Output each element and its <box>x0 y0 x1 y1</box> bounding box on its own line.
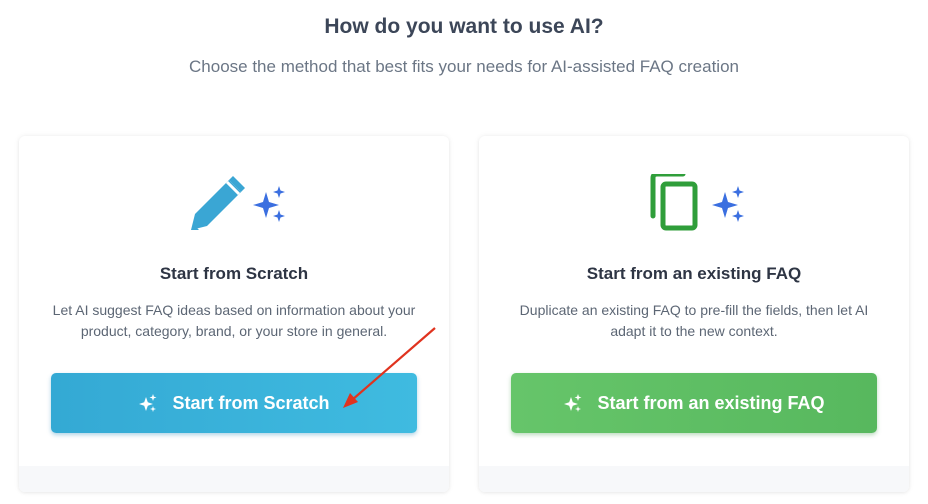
button-label: Start from Scratch <box>172 392 330 413</box>
card-footer <box>19 466 449 492</box>
card-title: Start from Scratch <box>159 264 309 283</box>
start-from-scratch-button[interactable]: Start from Scratch <box>51 373 417 433</box>
button-label: Start from an existing FAQ <box>597 392 825 413</box>
card-icon-group <box>19 174 449 234</box>
card-description: Let AI suggest FAQ ideas based on inform… <box>52 302 416 339</box>
copy-icon <box>650 171 698 231</box>
card-description: Duplicate an existing FAQ to pre-fill th… <box>519 302 869 339</box>
card-title: Start from an existing FAQ <box>586 264 802 283</box>
sparkle-icon <box>712 186 744 222</box>
page-subtitle: Choose the method that best fits your ne… <box>189 57 739 76</box>
card-icon-group <box>479 171 909 234</box>
sparkle-icon <box>253 186 285 222</box>
pencil-icon <box>191 176 245 230</box>
option-card-scratch: Start from Scratch Let AI suggest FAQ id… <box>19 136 449 492</box>
sparkle-icon <box>139 394 157 412</box>
start-from-existing-faq-button[interactable]: Start from an existing FAQ <box>511 373 877 433</box>
card-footer <box>479 466 909 492</box>
sparkle-icon <box>564 394 582 412</box>
page-title: How do you want to use AI? <box>324 15 604 38</box>
option-card-existing-faq: Start from an existing FAQ Duplicate an … <box>479 136 909 492</box>
